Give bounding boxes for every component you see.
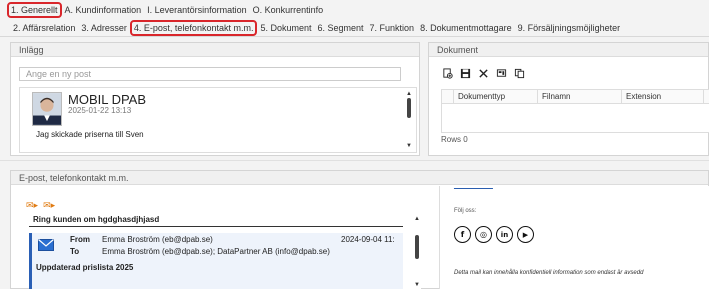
scroll-up-icon[interactable]: ▲ [413,215,421,223]
tab-leverantorsinformation[interactable]: I. Leverantörsinformation [144,3,250,17]
email-item-call-task[interactable]: Ring kunden om hgdghasdjhjasd [29,215,403,227]
column-dokumenttyp[interactable]: Dokumenttyp [454,90,538,103]
email-list: Ring kunden om hgdghasdjhjasd From Emma … [29,211,421,289]
facebook-icon[interactable]: f [454,226,471,243]
epost-panel: E-post, telefonkontakt m.m. ✉▸ ✉▸ Ring k… [10,170,709,289]
tab-kundinformation[interactable]: A. Kundinformation [62,3,145,17]
new-post-input[interactable]: Ange en ny post [19,67,401,81]
scroll-down-icon[interactable]: ▼ [405,142,413,150]
primary-tab-bar: 1. Generellt A. Kundinformation I. Lever… [0,2,326,18]
avatar [32,92,62,126]
epost-panel-title: E-post, telefonkontakt m.m. [11,171,708,185]
email-subject: Uppdaterad prislista 2025 [36,263,134,272]
post-date: 2025-01-22 13:13 [68,106,132,115]
scroll-up-icon[interactable]: ▲ [405,90,413,98]
email-preview: __________ Följ oss: f ◎ in ▶ Detta mail… [439,186,709,289]
tab-adresser[interactable]: 3. Adresser [78,21,130,35]
social-links: f ◎ in ▶ [454,226,534,243]
forward-mail-icon[interactable]: ✉▸ [26,200,38,211]
copy-icon[interactable] [513,67,526,80]
dokument-panel-title: Dokument [429,43,708,57]
scroll-thumb[interactable] [415,235,419,259]
add-document-icon[interactable] [441,67,454,80]
tab-generellt[interactable]: 1. Generellt [7,2,62,18]
tab-epost-telefonkontakt[interactable]: 4. E-post, telefonkontakt m.m. [129,20,258,36]
column-extension[interactable]: Extension [622,90,704,103]
tab-konkurrentinfo[interactable]: O. Konkurrentinfo [250,3,327,17]
instagram-icon[interactable]: ◎ [475,226,492,243]
from-label: From [70,235,90,244]
tab-divider [0,36,709,37]
to-label: To [70,247,80,256]
inlagg-panel: Inlägg Ange en ny post MOBIL DPAB 2025-0… [10,42,420,156]
youtube-icon[interactable]: ▶ [517,226,534,243]
follow-us-label: Följ oss: [454,208,477,214]
email-item-selected[interactable]: From Emma Broström (eb@dpab.se) 2024-09-… [29,233,403,289]
tab-forsaljningsmojligheter[interactable]: 9. Försäljningsmöjligheter [515,21,624,35]
panel-splitter[interactable] [0,160,709,163]
inlagg-panel-title: Inlägg [11,43,419,57]
email-disclaimer: Detta mail kan innehålla konfidentiell i… [454,270,644,276]
table-header-blank [442,90,454,103]
envelope-icon [38,239,54,251]
post-text: Jag skickade priserna till Sven [36,130,144,139]
scan-icon[interactable] [495,67,508,80]
email-date: 2024-09-04 11: [341,235,395,244]
column-filnamn[interactable]: Filnamn [538,90,622,103]
row-count: Rows 0 [441,135,468,144]
dokument-toolbar [441,67,526,80]
post-scrollbar[interactable]: ▲ ▼ [405,90,413,150]
documents-table-header: Dokumenttyp Filnamn Extension [442,90,709,104]
to-value: Emma Broström (eb@dpab.se); DataPartner … [102,247,330,256]
dokument-panel: Dokument Dokumenttyp Filnamn Extension R… [428,42,709,156]
delete-icon[interactable] [477,67,490,80]
scroll-thumb[interactable] [407,98,411,118]
tab-affarsrelation[interactable]: 2. Affärsrelation [10,21,78,35]
reply-mail-icon[interactable]: ✉▸ [43,200,55,211]
documents-table: Dokumenttyp Filnamn Extension [441,89,709,133]
scroll-down-icon[interactable]: ▼ [413,281,421,289]
tab-funktion[interactable]: 7. Funktion [367,21,418,35]
column-overflow [704,90,709,103]
post-title: MOBIL DPAB [68,92,147,107]
post-card[interactable]: MOBIL DPAB 2025-01-22 13:13 Jag skickade… [19,87,417,153]
from-value: Emma Broström (eb@dpab.se) [102,235,213,244]
secondary-tab-bar: 2. Affärsrelation 3. Adresser 4. E-post,… [0,20,623,36]
tab-dokumentmottagare[interactable]: 8. Dokumentmottagare [417,21,515,35]
tab-dokument[interactable]: 5. Dokument [257,21,314,35]
linkedin-icon[interactable]: in [496,226,513,243]
mail-actions: ✉▸ ✉▸ [26,200,55,211]
email-list-scrollbar[interactable]: ▲ ▼ [413,215,421,289]
save-icon[interactable] [459,67,472,80]
tab-segment[interactable]: 6. Segment [315,21,367,35]
preview-link[interactable]: __________ [454,186,493,189]
